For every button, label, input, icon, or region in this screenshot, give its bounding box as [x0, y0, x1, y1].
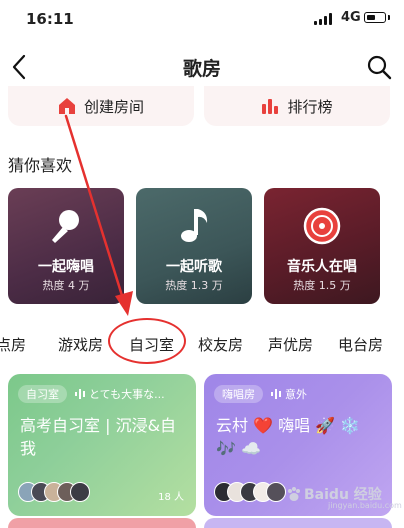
room-card-next[interactable] [8, 518, 196, 528]
annotation-circle [108, 318, 186, 364]
room-card-next[interactable] [204, 518, 392, 528]
recommend-title: 一起听歌 [166, 259, 222, 275]
music-note-icon [181, 209, 208, 242]
create-room-button[interactable]: 创建房间 [8, 86, 194, 126]
recommend-title: 音乐人在唱 [287, 259, 357, 275]
recommend-heat: 热度 1.5 万 [293, 279, 351, 292]
vinyl-icon [303, 207, 341, 245]
audio-bars-icon [271, 389, 281, 399]
tab-point-room[interactable]: 点房 [0, 334, 26, 355]
signal-icon [314, 13, 334, 25]
section-title: 猜你喜欢 [8, 156, 73, 175]
room-member-count: 18 人 [158, 492, 184, 503]
room-song: 意外 [285, 388, 307, 401]
recommend-card-sing[interactable]: 一起嗨唱 热度 4 万 [8, 188, 124, 304]
tab-radio-room[interactable]: 电台房 [338, 334, 383, 355]
room-tag-row: 嗨唱房 意外 [214, 385, 384, 403]
room-tag-row: 自习室 とても大事な... [18, 385, 188, 403]
page-title: 歌房 [182, 58, 221, 80]
watermark-site: jingyan.baidu.com [328, 501, 402, 510]
audio-bars-icon [75, 389, 85, 399]
recommend-card-musician[interactable]: 音乐人在唱 热度 1.5 万 [264, 188, 380, 304]
ranking-button[interactable]: 排行榜 [204, 86, 390, 126]
tab-voice-room[interactable]: 声优房 [268, 334, 313, 355]
create-room-label: 创建房间 [83, 97, 144, 116]
home-icon [58, 98, 75, 114]
room-badge: 嗨唱房 [214, 385, 263, 403]
recommend-title: 一起嗨唱 [38, 259, 94, 275]
room-title: 高考自习室 | 沉浸&自我 [20, 416, 177, 458]
recommend-heat: 热度 1.3 万 [165, 279, 223, 292]
bar-chart-icon [262, 99, 279, 114]
room-title: 云村 ❤️ 嗨唱 🚀 ❄️ 🎶 ☁️ [216, 416, 361, 458]
paw-icon [288, 487, 300, 501]
microphone-icon [52, 210, 79, 243]
status-time: 16:11 [26, 10, 74, 28]
network-type: 4G [341, 10, 361, 25]
search-icon[interactable] [366, 54, 392, 80]
baidu-watermark: Baidu 经验 jingyan.baidu.com [286, 484, 402, 510]
battery-cap [388, 15, 390, 20]
ranking-label: 排行榜 [287, 97, 333, 116]
avatar [70, 482, 90, 502]
avatar [266, 482, 286, 502]
room-card-study[interactable]: 自习室 とても大事な... 高考自习室 | 沉浸&自我 18 人 [8, 374, 196, 516]
room-song: とても大事な... [89, 388, 165, 401]
recommend-heat: 热度 4 万 [42, 279, 90, 292]
room-badge: 自习室 [18, 385, 67, 403]
battery-icon [364, 12, 386, 23]
tab-game-room[interactable]: 游戏房 [58, 334, 103, 355]
recommend-card-listen[interactable]: 一起听歌 热度 1.3 万 [136, 188, 252, 304]
tab-alumni-room[interactable]: 校友房 [198, 334, 243, 355]
